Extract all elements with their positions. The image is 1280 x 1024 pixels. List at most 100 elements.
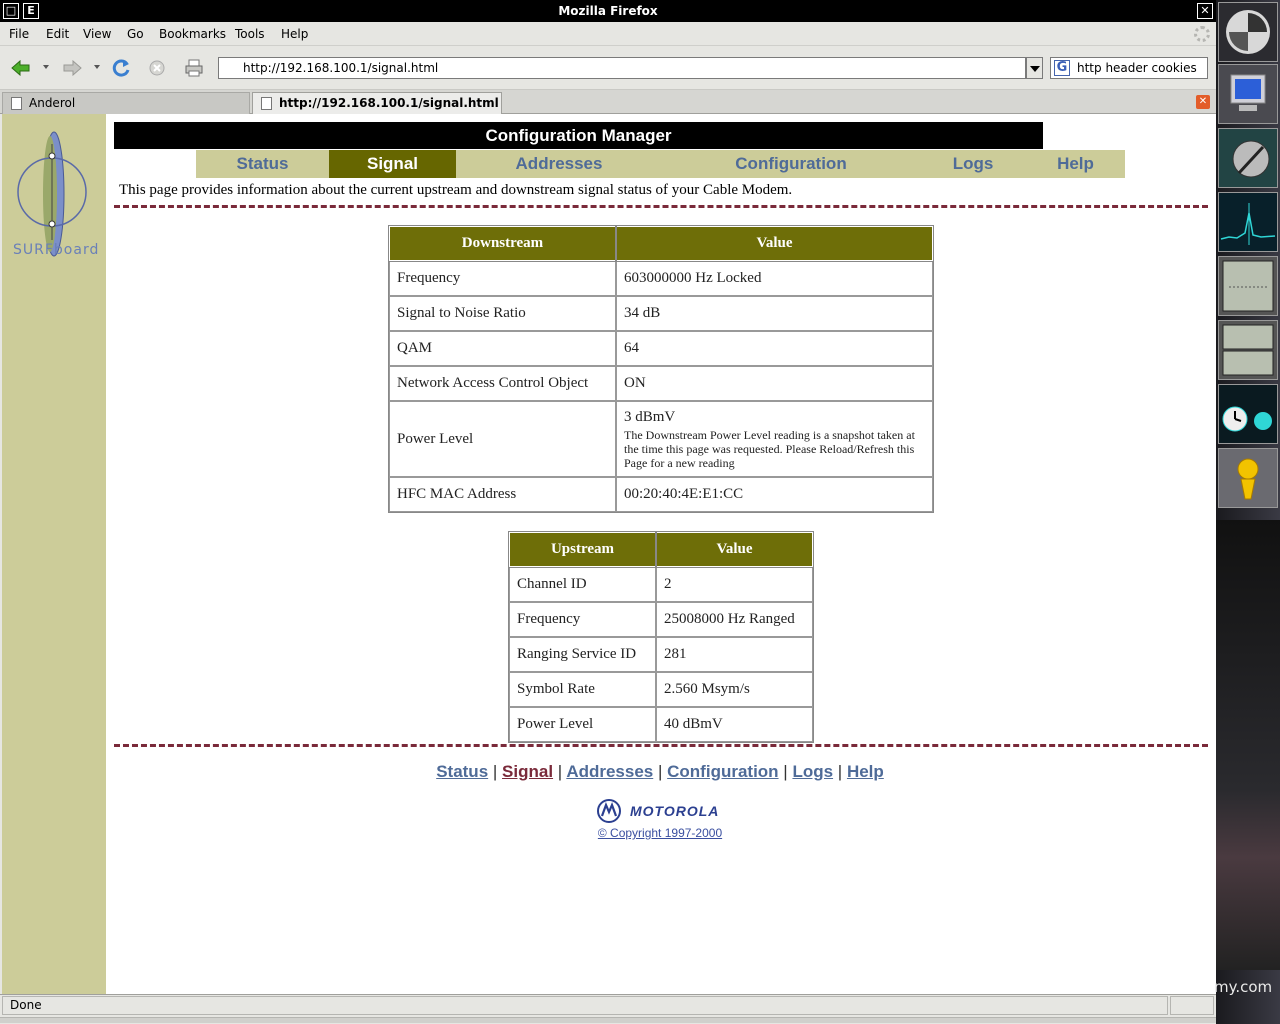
status-panel [2,996,1168,1015]
table-row: Signal to Noise Ratio 34 dB [389,296,933,331]
intro-text: This page provides information about the… [119,182,793,198]
tab-bar: Anderol http://192.168.100.1/signal.html… [0,90,1216,114]
dock-app-launcher[interactable] [1218,2,1278,62]
status-bar: Done [0,994,1216,1024]
footer-link-addresses[interactable]: Addresses [566,762,653,781]
row-value: 34 dB [616,296,933,331]
menu-go[interactable]: Go [127,27,144,41]
row-label: Frequency [509,602,656,637]
swirl-icon [1226,10,1270,54]
menu-file[interactable]: File [9,27,29,41]
status-bottom-strip [0,1017,1216,1023]
document-icon [11,97,22,110]
power-level-note: The Downstream Power Level reading is a … [624,427,915,470]
row-value: 64 [616,331,933,366]
menu-help[interactable]: Help [281,27,308,41]
table-row: HFC MAC Address 00:20:40:4E:E1:CC [389,477,933,512]
row-label: Symbol Rate [509,672,656,707]
dock-cpu-monitor [1218,256,1278,316]
table-header-row: Downstream Value [388,225,934,262]
tab-label: http://192.168.100.1/signal.html [279,96,499,110]
row-value: 40 dBmV [656,707,813,742]
forward-button[interactable] [61,58,83,78]
forward-dropdown-icon[interactable] [94,65,100,69]
table-header-row: Upstream Value [508,531,814,568]
separator: | [657,762,663,781]
nav-configuration[interactable]: Configuration [662,150,920,178]
separator: | [837,762,843,781]
status-panel-right [1170,996,1214,1015]
stop-icon [149,60,165,76]
reload-button[interactable] [110,58,132,78]
row-label: Channel ID [509,567,656,602]
nav-help[interactable]: Help [1026,150,1125,178]
footer-link-logs[interactable]: Logs [792,762,833,781]
back-button[interactable] [10,58,32,78]
close-tab-button[interactable]: ✕ [1196,95,1210,109]
menu-tools[interactable]: Tools [235,27,265,41]
status-text: Done [10,998,42,1012]
table-row: Symbol Rate 2.560 Msym/s [509,672,813,707]
url-history-dropdown[interactable] [1026,57,1043,79]
copyright-link[interactable]: © Copyright 1997-2000 [0,826,1216,840]
monitor-icon [1230,74,1266,111]
row-label: Power Level [389,401,616,477]
nav-addresses[interactable]: Addresses [456,150,662,178]
footer-link-help[interactable]: Help [847,762,884,781]
row-label: QAM [389,331,616,366]
back-dropdown-icon[interactable] [43,65,49,69]
dock-app-monitor[interactable] [1218,64,1278,124]
cpu-lcd-icon [1222,260,1274,312]
surfboard-logo-text: SURFboard [13,242,100,258]
tab-label: Anderol [29,96,76,110]
menu-edit[interactable]: Edit [46,27,69,41]
downstream-table: Downstream Value Frequency 603000000 Hz … [388,225,934,513]
separator: | [492,762,498,781]
separator: | [557,762,563,781]
row-label: Frequency [389,261,616,296]
footer-navigation: Status | Signal | Addresses | Configurat… [0,762,1216,782]
row-value: ON [616,366,933,401]
search-input[interactable]: G http header cookies [1050,57,1208,79]
dock-app-network-graph[interactable] [1218,128,1278,188]
table-row: QAM 64 [389,331,933,366]
throbber-icon [1194,26,1210,42]
menu-bar: File Edit View Go Bookmarks Tools Help [0,22,1216,46]
table-row: Network Access Control Object ON [389,366,933,401]
google-search-icon[interactable]: G [1054,60,1070,76]
nav-status[interactable]: Status [196,150,329,178]
tab-signal-page[interactable]: http://192.168.100.1/signal.html [252,92,502,114]
footer-link-configuration[interactable]: Configuration [667,762,778,781]
table-row: Frequency 603000000 Hz Locked [389,261,933,296]
tab-anderol[interactable]: Anderol [2,92,250,114]
document-icon [261,97,272,110]
top-navigation: Status Signal Addresses Configuration Lo… [196,150,1125,178]
divider-top [114,205,1208,208]
upstream-table: Upstream Value Channel ID 2 Frequency 25… [508,531,814,743]
row-label: Network Access Control Object [389,366,616,401]
dock-net-monitor [1218,192,1278,252]
clock-icon [1219,385,1277,443]
row-value: 00:20:40:4E:E1:CC [616,477,933,512]
separator: | [783,762,788,781]
search-text: http header cookies [1077,61,1197,75]
url-text: http://192.168.100.1/signal.html [243,61,439,75]
stop-button[interactable] [146,58,168,78]
nav-logs[interactable]: Logs [920,150,1026,178]
navigation-toolbar: http://192.168.100.1/signal.html G http … [0,46,1216,90]
close-window-button[interactable]: ✕ [1197,3,1213,19]
nav-signal[interactable]: Signal [329,150,456,178]
running-person-icon [1237,458,1259,500]
dock-app-gaim[interactable] [1218,448,1278,508]
menu-bookmarks[interactable]: Bookmarks [159,27,226,41]
row-value-cell: 3 dBmV The Downstream Power Level readin… [616,401,933,477]
column-header: Value [655,531,814,568]
network-graph-icon [1219,193,1277,251]
footer-link-signal[interactable]: Signal [502,762,553,781]
url-input[interactable]: http://192.168.100.1/signal.html [218,57,1026,79]
browser-window: □ E Mozilla Firefox ✕ File Edit View Go … [0,0,1216,1024]
menu-view[interactable]: View [83,27,111,41]
column-header: Value [615,225,934,262]
print-button[interactable] [183,58,205,78]
footer-link-status[interactable]: Status [436,762,488,781]
